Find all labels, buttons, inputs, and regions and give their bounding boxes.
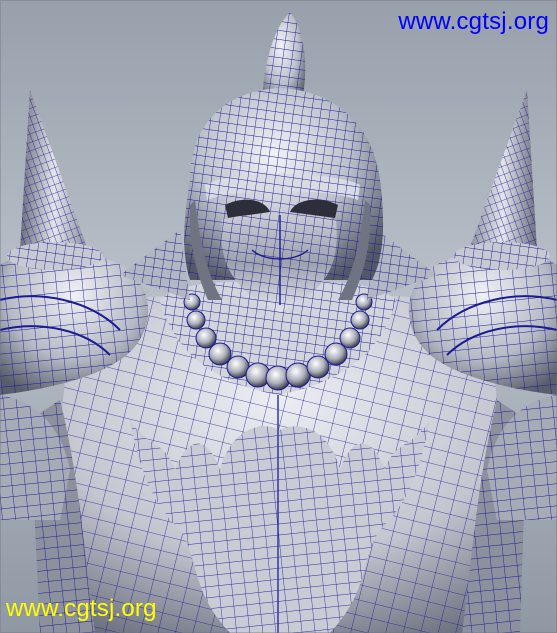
helmet [184, 12, 384, 312]
armored-warrior-render [0, 0, 557, 633]
watermark-top: www.cgtsj.org [398, 8, 549, 35]
render-viewport: www.cgtsj.org www.cgtsj.org [0, 0, 557, 633]
watermark-bottom: www.cgtsj.org [6, 595, 157, 622]
